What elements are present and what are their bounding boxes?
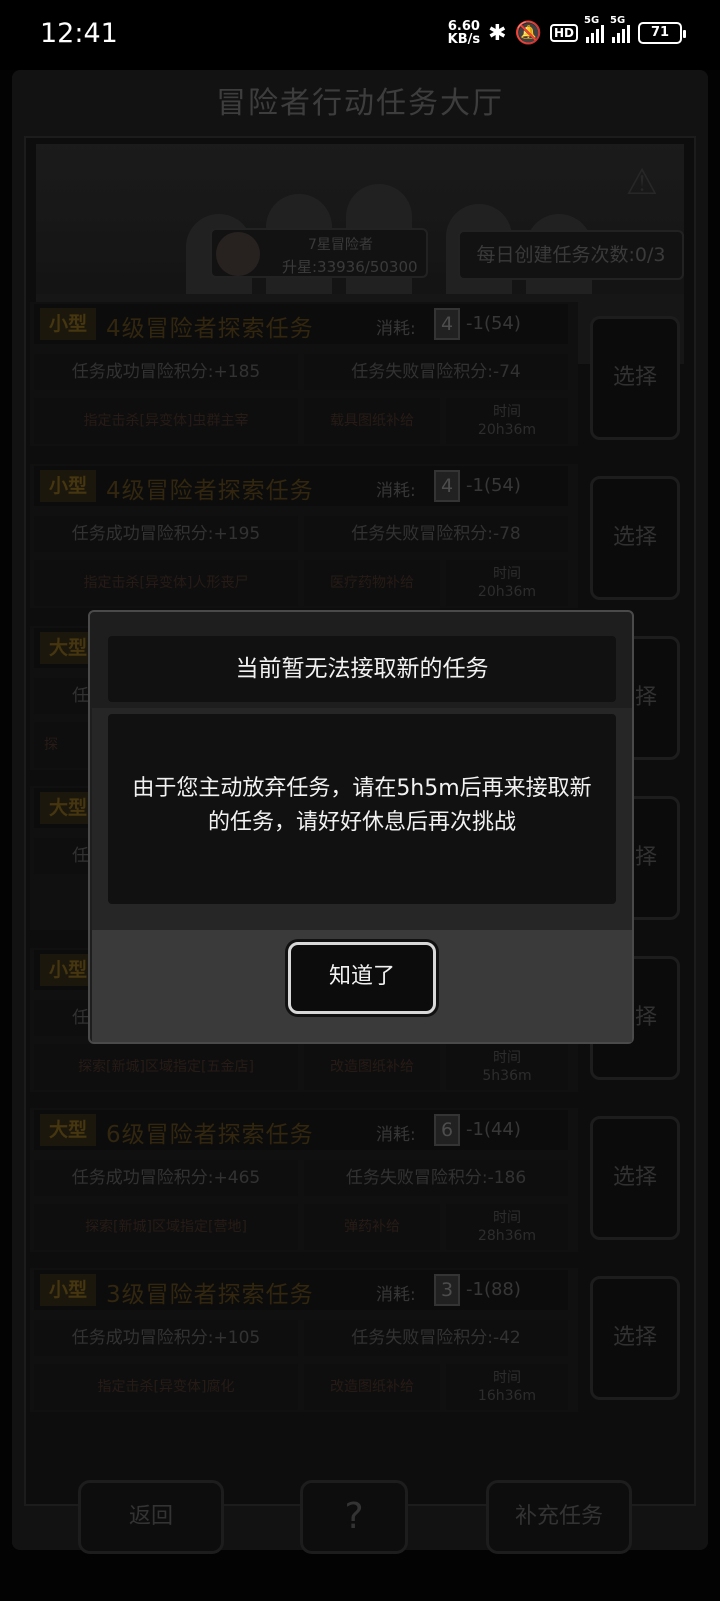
net-speed: 6.60 KB/s [448, 20, 480, 46]
dialog-message: 由于您主动放弃任务，请在5h5m后再来接取新 的任务，请好好休息后再次挑战 [108, 714, 616, 904]
signal-icon: 5G [584, 15, 604, 43]
signal-label: 5G [584, 15, 600, 26]
signal-label: 5G [610, 15, 626, 26]
dialog-title: 当前暂无法接取新的任务 [108, 636, 616, 702]
net-speed-unit: KB/s [447, 32, 481, 47]
notice-dialog: 当前暂无法接取新的任务 由于您主动放弃任务，请在5h5m后再来接取新 的任务，请… [88, 610, 634, 1044]
hd-icon: HD [549, 24, 578, 42]
dialog-message-line: 由于您主动放弃任务，请在5h5m后再来接取新 [132, 776, 592, 801]
dialog-body-frame: 由于您主动放弃任务，请在5h5m后再来接取新 的任务，请好好休息后再次挑战 [92, 708, 632, 930]
battery-icon: 71 [638, 22, 686, 44]
dialog-message-line: 的任务，请好好休息后再次挑战 [207, 810, 516, 835]
status-icons: 6.60 KB/s ✱ 🔕 HD 5G 5G 71 [448, 15, 686, 46]
status-bar: 12:41 6.60 KB/s ✱ 🔕 HD 5G 5G 71 [0, 0, 720, 70]
bluetooth-icon: ✱ [488, 20, 507, 46]
mute-bell-icon: 🔕 [514, 20, 542, 46]
clock: 12:41 [40, 18, 118, 49]
signal-icon: 5G [610, 15, 630, 43]
acknowledge-button[interactable]: 知道了 [288, 942, 436, 1014]
